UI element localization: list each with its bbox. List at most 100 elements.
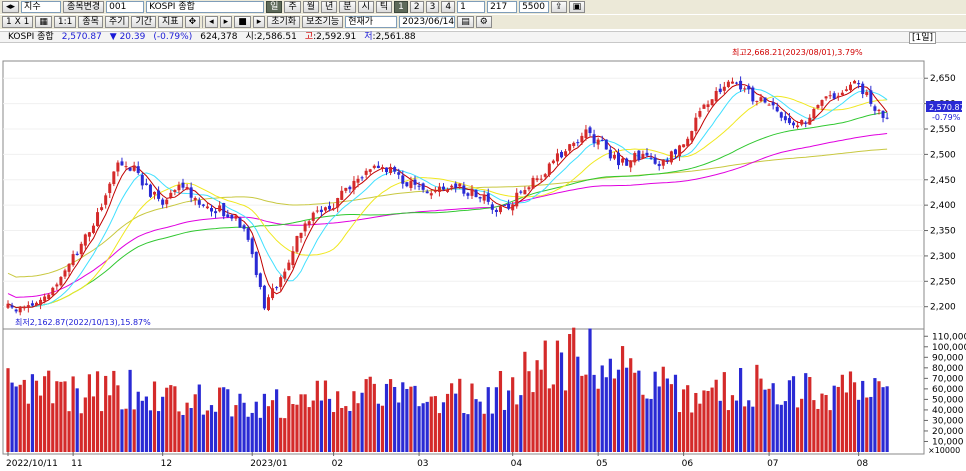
candle-body [279,277,283,287]
candle-body [193,197,197,201]
tab-period-2[interactable]: 월 [302,1,320,13]
volume-bar [421,403,425,452]
item-name-field[interactable]: KOSPI 종합 [146,1,265,13]
volume-bar [445,393,450,452]
vol-tick-label: 90,000 [932,353,964,363]
candle-body [478,197,482,199]
candle-body [450,185,454,188]
volume-bar [315,380,319,452]
interval-4[interactable]: 4 [441,1,456,13]
tab-period-1[interactable]: 주 [284,1,301,13]
candle-body [372,165,376,168]
candle-body [368,169,372,172]
x-tick-label: 11 [71,459,82,469]
count-input[interactable]: 217 [487,1,518,13]
candle-body [360,177,364,179]
calendar-icon[interactable]: ▤ [457,16,474,28]
candle-body [454,183,458,188]
volume-bar [629,358,633,452]
volume-bar [873,378,877,452]
candle-body [51,287,55,296]
volume-bar [694,392,698,452]
sub-toolbar: 1 X 1 ▦ 1:1 종목 주기 기간 지표 ✥ ◂ ▸ ■ ▸ 초기화 보조… [0,15,966,29]
play-icon[interactable]: ▸ [252,16,266,28]
code-input[interactable]: 001 [106,1,145,13]
ratio-button[interactable]: 1 X 1 [2,16,34,28]
interval-3[interactable]: 3 [425,1,440,13]
volume-bar [848,371,853,452]
volume-bar [226,389,230,452]
candle-body [800,120,804,125]
high-annotation: 최고2,668.21(2023/08/01),3.79% [732,47,863,57]
reset-button[interactable]: 초기화 [267,16,301,28]
info-low-label: 저 [364,32,373,42]
prev-next-icon[interactable]: ◂▸ [2,1,20,13]
volume-bar [279,417,283,452]
candle-body [722,86,726,91]
candle-body [568,144,572,151]
volume-bar [360,392,364,452]
volume-bar [857,399,861,452]
change-item-button[interactable]: 종목변경 [63,1,105,13]
volume-bar [551,384,555,452]
export-icon[interactable]: ⇪ [551,1,567,13]
interval-input[interactable]: 1 [457,1,486,13]
volume-bar [376,403,380,452]
volume-bar [30,374,35,452]
volume-bar [563,390,568,452]
candle-body [222,202,226,217]
tab-period-0[interactable]: 일 [266,1,283,13]
date-input[interactable]: 2023/06/14 [399,16,456,28]
tab-period-3[interactable]: 년 [321,1,338,13]
volume-bar [433,396,437,452]
aux-button[interactable]: 보조기능 [302,16,344,28]
grid-icon[interactable]: ▦ [35,16,52,28]
volume-bar [779,404,783,452]
candle-body [104,195,108,205]
volume-bar [547,388,551,452]
price-mode-select[interactable]: 현재가 [345,16,398,28]
volume-bar [820,393,824,452]
move-icon[interactable]: ✥ [184,16,201,28]
candle-body [91,225,95,233]
add-period-button[interactable]: 주기 [104,16,130,28]
stop-icon[interactable]: ■ [234,16,251,28]
volume-bar [238,393,242,452]
candle-body [551,160,555,164]
volume-bar [181,414,185,452]
item-type-select[interactable]: 지수 [21,1,62,13]
candle-body [108,183,112,194]
volume-bar [152,381,157,452]
volume-bar [698,403,702,452]
info-open-label: 시 [245,32,254,42]
interval-2[interactable]: 2 [409,1,424,13]
candle-body [494,209,498,213]
settings-icon[interactable]: ⚙ [475,16,492,28]
save-icon[interactable]: ▣ [568,1,586,13]
ratio-1-1-button[interactable]: 1:1 [53,16,77,28]
x-axis: 2022/10/11 11 12 2023/01 02 03 04 05 06 07 08 [6,452,868,469]
chart-area[interactable]: 2,200 2,250 2,300 2,350 2,400 2,450 2,500 2,550… [0,43,966,471]
volume-bar [22,379,26,452]
volume-bar [368,376,372,452]
add-indicator-button[interactable]: 지표 [158,16,183,28]
volume-bar [686,385,690,452]
scroll-left-icon[interactable]: ◂ [205,16,218,28]
interval-1[interactable]: 1 [394,1,408,13]
candle-body [100,207,104,210]
candle-body [637,150,641,161]
volume-bar [344,406,348,452]
candle-body [690,130,694,141]
volume-bar [673,374,678,452]
candle-body [348,186,352,190]
add-term-button[interactable]: 기간 [131,16,157,28]
add-item-button[interactable]: 종목 [78,16,103,28]
candle-body [771,102,775,106]
scroll-right-icon[interactable]: ▸ [219,16,233,28]
volume-bar [535,360,539,452]
candle-body [853,80,857,84]
tab-period-6[interactable]: 틱 [375,1,393,13]
tab-period-5[interactable]: 시 [357,1,374,13]
candle-body [140,175,144,186]
tab-period-4[interactable]: 분 [339,1,356,13]
